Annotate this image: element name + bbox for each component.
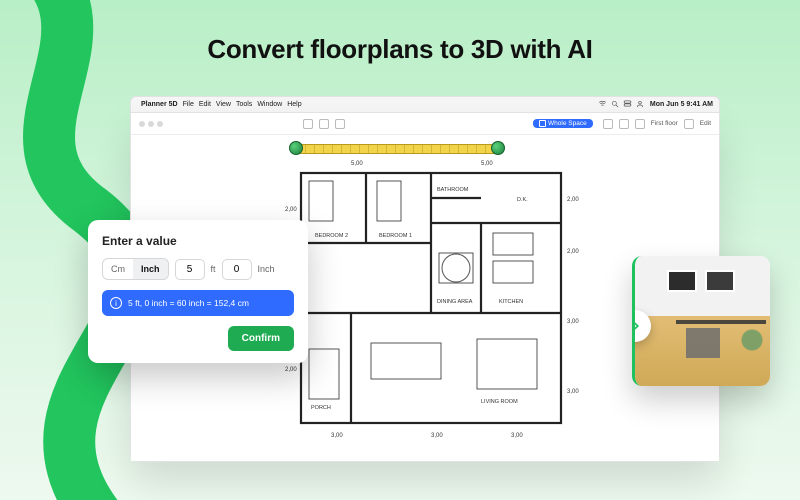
menubar-clock: Mon Jun 5 9:41 AM xyxy=(650,101,713,108)
feet-input[interactable]: 5 xyxy=(175,259,205,280)
toolbar-grid-icon[interactable] xyxy=(603,119,613,129)
menu-file[interactable]: File xyxy=(183,101,194,108)
toolbar-tool-1[interactable] xyxy=(303,119,313,129)
svg-text:5,00: 5,00 xyxy=(481,161,493,167)
toolbar-lock-icon[interactable] xyxy=(635,119,645,129)
label-dk: D.K. xyxy=(517,197,528,203)
unit-inch-option[interactable]: Inch xyxy=(133,259,168,279)
label-dining: DINING AREA xyxy=(437,299,473,305)
label-bedroom1: BEDROOM 1 xyxy=(379,233,412,239)
toolbar-layers-icon[interactable] xyxy=(619,119,629,129)
user-icon[interactable] xyxy=(636,100,644,110)
svg-text:5,00: 5,00 xyxy=(351,161,363,167)
page-headline: Convert floorplans to 3D with AI xyxy=(0,34,800,65)
preview-wall-art-2 xyxy=(705,270,735,292)
preview-wall-art-1 xyxy=(667,270,697,292)
mac-menubar: Planner 5D File Edit View Tools Window H… xyxy=(130,96,720,112)
label-bedroom2: BEDROOM 2 xyxy=(315,233,348,239)
svg-text:3,00: 3,00 xyxy=(567,389,579,395)
menu-view[interactable]: View xyxy=(216,101,231,108)
svg-text:2,00: 2,00 xyxy=(567,249,579,255)
floor-selector[interactable]: First floor xyxy=(651,120,678,127)
menu-app[interactable]: Planner 5D xyxy=(141,101,178,108)
label-kitchen: KITCHEN xyxy=(499,299,523,305)
edit-button[interactable]: Edit xyxy=(700,120,711,127)
app-toolbar: Whole Space First floor Edit xyxy=(131,113,719,135)
wifi-icon[interactable] xyxy=(598,99,607,110)
ruler-handle-right[interactable] xyxy=(491,141,505,155)
search-icon[interactable] xyxy=(611,100,619,110)
unit-cm-option[interactable]: Cm xyxy=(103,259,133,279)
svg-text:3,00: 3,00 xyxy=(331,433,343,439)
enter-value-dialog: Enter a value Cm Inch 5 ft 0 Inch i 5 ft… xyxy=(88,220,308,363)
ruler-handle-left[interactable] xyxy=(289,141,303,155)
label-bathroom: BATHROOM xyxy=(437,187,469,193)
svg-text:2,00: 2,00 xyxy=(567,197,579,203)
preview-3d-scene xyxy=(635,256,770,386)
dialog-title: Enter a value xyxy=(102,234,294,248)
toolbar-tool-2[interactable] xyxy=(319,119,329,129)
chevron-right-icon xyxy=(632,319,642,333)
measurement-ruler[interactable] xyxy=(296,144,496,154)
menu-help[interactable]: Help xyxy=(287,101,301,108)
confirm-button[interactable]: Confirm xyxy=(228,326,294,351)
unit-segmented-control[interactable]: Cm Inch xyxy=(102,258,169,280)
toolbar-settings-icon[interactable] xyxy=(684,119,694,129)
floorplan-drawing: BEDROOM 2 BEDROOM 1 BATHROOM D.K. DINING… xyxy=(281,153,581,443)
svg-text:2,00: 2,00 xyxy=(285,207,297,213)
svg-text:3,00: 3,00 xyxy=(431,433,443,439)
control-center-icon[interactable] xyxy=(623,99,632,110)
conversion-text: 5 ft, 0 inch = 60 inch = 152,4 cm xyxy=(128,298,249,308)
svg-text:3,00: 3,00 xyxy=(511,433,523,439)
inch-unit-label: Inch xyxy=(258,264,275,274)
svg-text:2,00: 2,00 xyxy=(285,367,297,373)
conversion-banner: i 5 ft, 0 inch = 60 inch = 152,4 cm xyxy=(102,290,294,316)
mode-whole-space-button[interactable]: Whole Space xyxy=(533,119,593,128)
label-porch: PORCH xyxy=(311,405,331,411)
inch-input[interactable]: 0 xyxy=(222,259,252,280)
label-living: LIVING ROOM xyxy=(481,399,518,405)
toolbar-tool-3[interactable] xyxy=(335,119,345,129)
svg-text:3,00: 3,00 xyxy=(567,319,579,325)
feet-unit-label: ft xyxy=(211,264,216,274)
menu-window[interactable]: Window xyxy=(257,101,282,108)
preview-3d-card xyxy=(632,256,770,386)
window-controls[interactable] xyxy=(139,121,163,127)
menu-edit[interactable]: Edit xyxy=(199,101,211,108)
menu-tools[interactable]: Tools xyxy=(236,101,252,108)
info-icon: i xyxy=(110,297,122,309)
